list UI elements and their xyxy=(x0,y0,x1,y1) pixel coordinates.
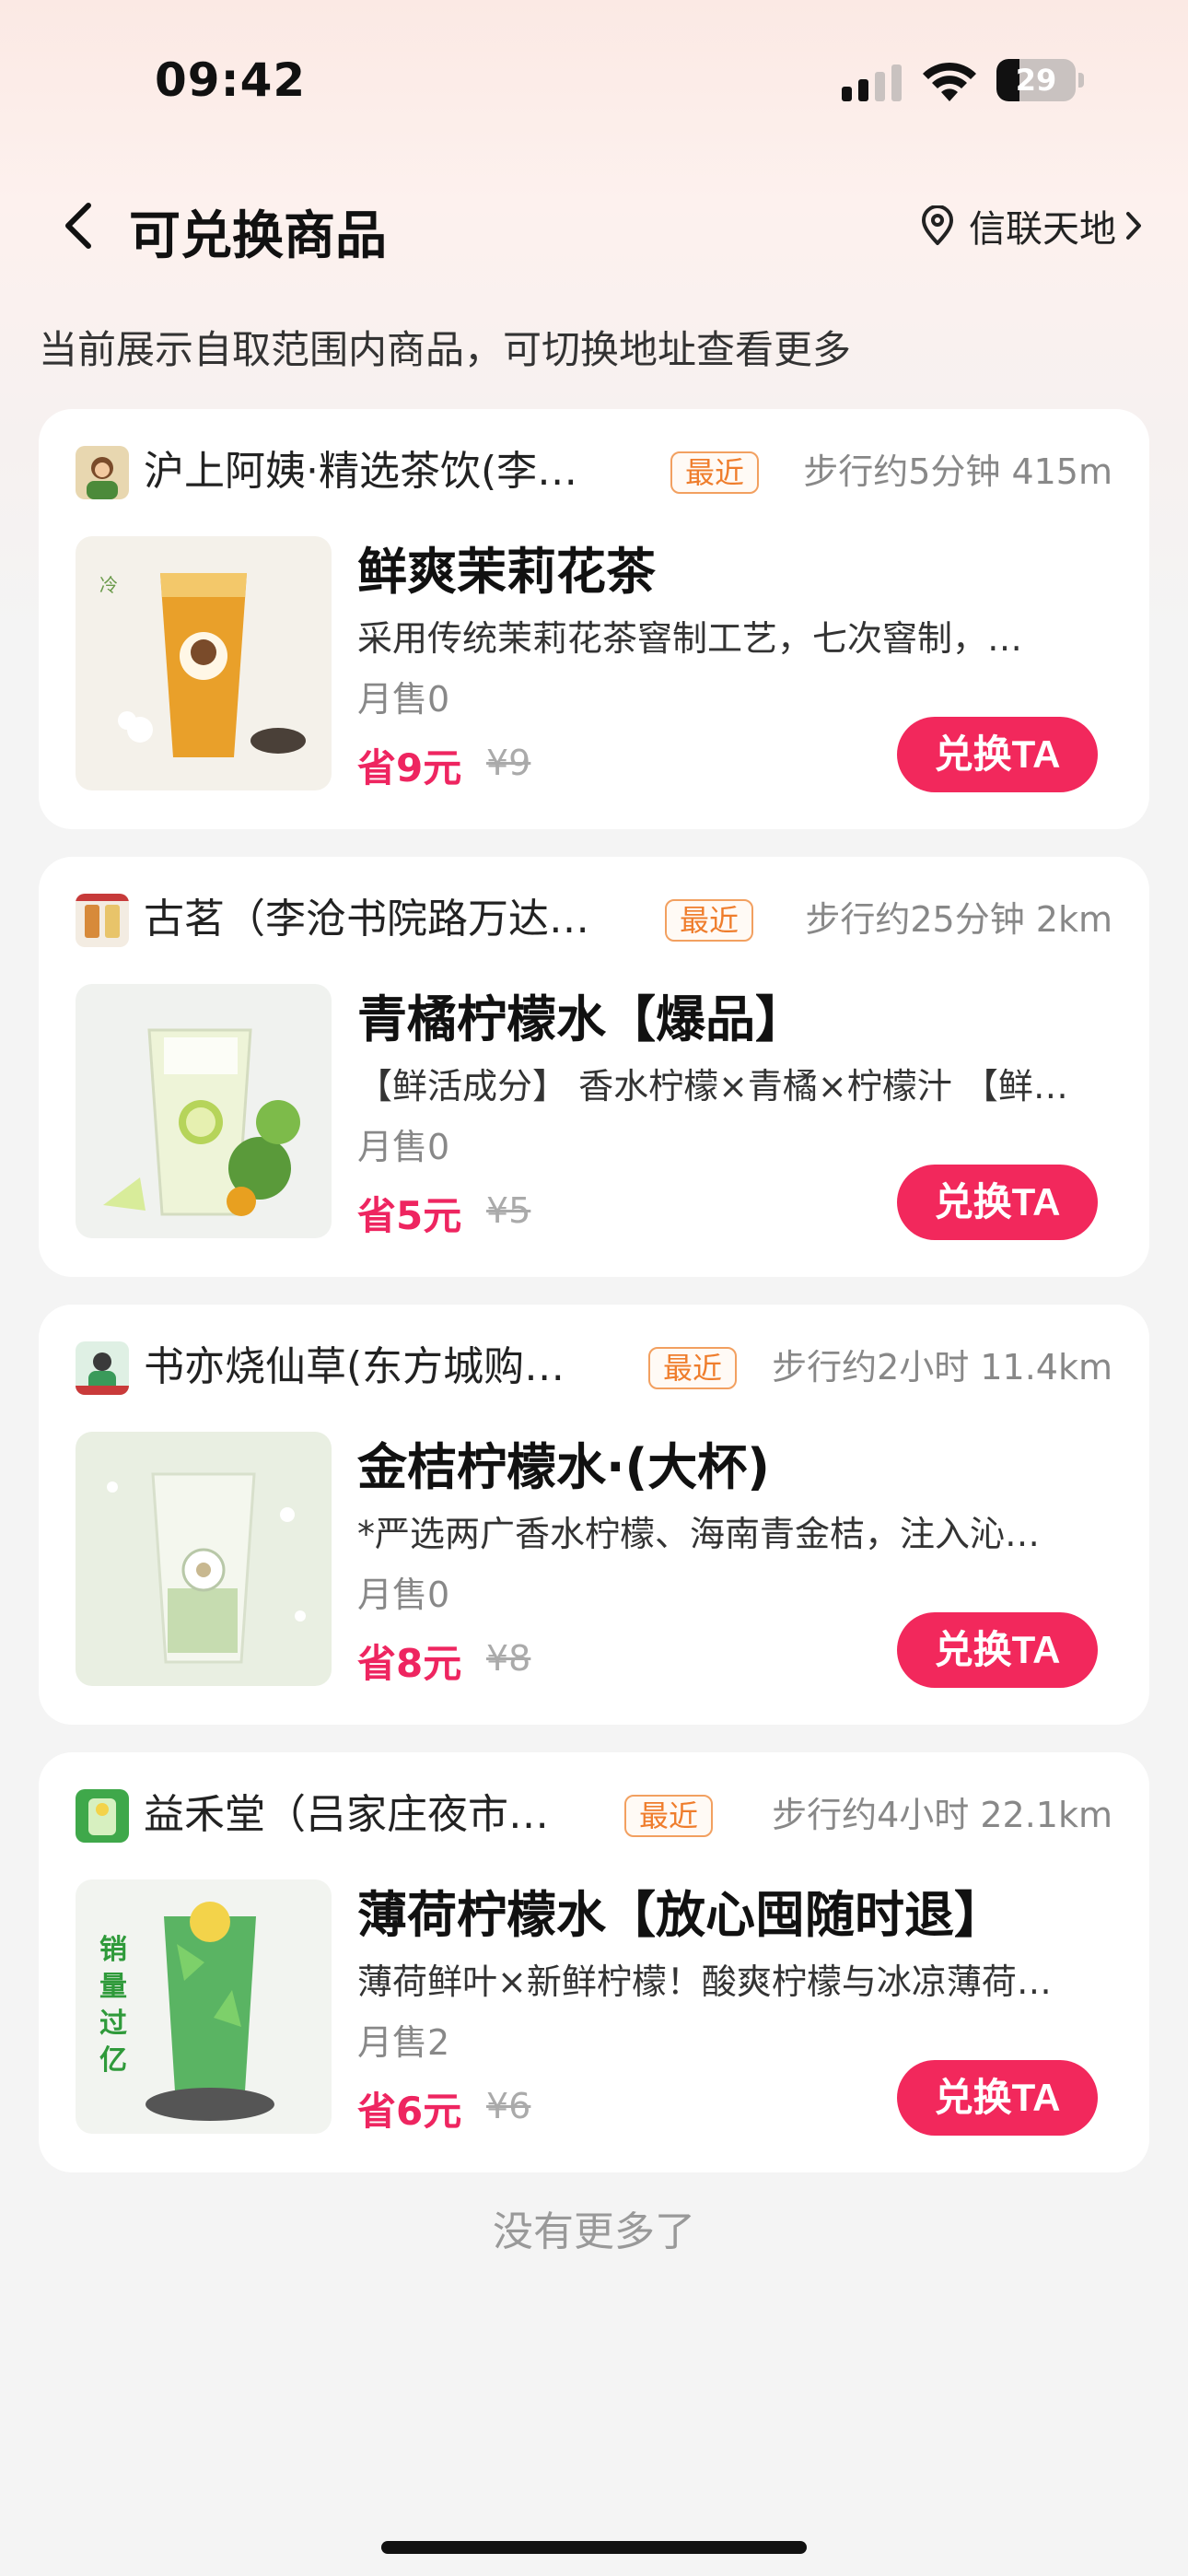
back-icon[interactable] xyxy=(57,200,103,252)
distance-text: 步行约2小时 11.4km xyxy=(772,1347,1112,1388)
product-card[interactable]: 古茗（李沧书院路万达… 最近 步行约25分钟 2km 青橘柠檬水【爆品】 【鲜活… xyxy=(39,857,1149,1277)
location-selector[interactable]: 信联天地 xyxy=(919,202,1144,251)
home-indicator xyxy=(381,2541,807,2554)
store-row: 沪上阿姨·精选茶饮(李… 最近 步行约5分钟 415m xyxy=(76,444,1112,499)
store-name: 书亦烧仙草(东方城购… xyxy=(144,1343,565,1390)
product-name: 鲜爽茉莉花茶 xyxy=(357,543,656,601)
store-name: 古茗（李沧书院路万达… xyxy=(144,896,589,943)
status-time: 09:42 xyxy=(155,53,307,107)
store-row: 书亦烧仙草(东方城购… 最近 步行约2小时 11.4km xyxy=(76,1340,1112,1395)
product-card[interactable]: 益禾堂（吕家庄夜市… 最近 步行约4小时 22.1km 销 量 过 亿 薄荷柠檬… xyxy=(39,1752,1149,2172)
store-row: 益禾堂（吕家庄夜市… 最近 步行约4小时 22.1km xyxy=(76,1787,1112,1843)
no-more-text: 没有更多了 xyxy=(493,2208,695,2255)
range-hint: 当前展示自取范围内商品，可切换地址查看更多 xyxy=(39,327,852,372)
product-desc: *严选两广香水柠檬、海南青金桔，注入沁… xyxy=(357,1514,1041,1554)
chevron-right-icon xyxy=(1126,212,1141,240)
monthly-sales: 月售0 xyxy=(357,1127,450,1167)
battery-level-text: 29 xyxy=(1015,63,1057,98)
svg-text:过: 过 xyxy=(99,2008,127,2040)
svg-text:量: 量 xyxy=(99,1971,127,2003)
page-title: 可兑换商品 xyxy=(129,206,387,266)
wifi-icon xyxy=(923,62,976,101)
monthly-sales: 月售2 xyxy=(357,2022,450,2063)
recent-badge: 最近 xyxy=(648,1347,738,1389)
distance-text: 步行约25分钟 2km xyxy=(805,899,1112,940)
svg-text:亿: 亿 xyxy=(99,2044,127,2077)
nav-bar: 可兑换商品 信联天地 xyxy=(0,180,1188,272)
product-name: 青橘柠檬水【爆品】 xyxy=(357,990,805,1048)
signal-icon xyxy=(842,64,902,101)
exchange-button[interactable]: 兑换TA xyxy=(897,2060,1098,2136)
exchange-button[interactable]: 兑换TA xyxy=(897,1612,1098,1688)
store-name: 益禾堂（吕家庄夜市… xyxy=(144,1791,549,1838)
original-price: ¥5 xyxy=(486,1190,531,1231)
product-card[interactable]: 沪上阿姨·精选茶饮(李… 最近 步行约5分钟 415m 冷 鲜爽茉莉花茶 采用传… xyxy=(39,409,1149,829)
battery-icon: 29 xyxy=(996,59,1085,101)
store-logo xyxy=(76,894,129,947)
status-bar: 09:42 29 xyxy=(0,0,1188,157)
location-pin-icon xyxy=(922,205,953,245)
original-price: ¥9 xyxy=(486,743,531,783)
product-image: 冷 xyxy=(76,536,332,790)
distance-text: 步行约5分钟 415m xyxy=(803,451,1112,492)
product-list: 沪上阿姨·精选茶饮(李… 最近 步行约5分钟 415m 冷 鲜爽茉莉花茶 采用传… xyxy=(39,409,1149,2200)
exchange-button[interactable]: 兑换TA xyxy=(897,1165,1098,1240)
store-row: 古茗（李沧书院路万达… 最近 步行约25分钟 2km xyxy=(76,892,1112,947)
product-card[interactable]: 书亦烧仙草(东方城购… 最近 步行约2小时 11.4km 金桔柠檬水·(大杯) … xyxy=(39,1305,1149,1725)
product-desc: 【鲜活成分】 香水柠檬×青橘×柠檬汁 【鲜… xyxy=(357,1066,1068,1107)
product-name: 薄荷柠檬水【放心囤随时退】 xyxy=(357,1886,1004,1944)
exchange-button[interactable]: 兑换TA xyxy=(897,717,1098,792)
monthly-sales: 月售0 xyxy=(357,1575,450,1615)
original-price: ¥6 xyxy=(486,2086,531,2126)
location-label: 信联天地 xyxy=(969,208,1116,251)
product-name: 金桔柠檬水·(大杯) xyxy=(357,1438,770,1496)
product-image xyxy=(76,1432,332,1686)
svg-text:销: 销 xyxy=(99,1934,127,1966)
recent-badge: 最近 xyxy=(670,451,760,494)
distance-text: 步行约4小时 22.1km xyxy=(772,1795,1112,1835)
savings-amount: 省5元 xyxy=(357,1193,462,1238)
store-logo xyxy=(76,446,129,499)
recent-badge: 最近 xyxy=(624,1795,714,1837)
savings-amount: 省6元 xyxy=(357,2089,462,2134)
store-logo xyxy=(76,1341,129,1395)
store-name: 沪上阿姨·精选茶饮(李… xyxy=(144,448,578,495)
product-desc: 采用传统茉莉花茶窨制工艺，七次窨制，… xyxy=(357,618,1023,659)
product-image: 销 量 过 亿 xyxy=(76,1879,332,2134)
product-image xyxy=(76,984,332,1238)
monthly-sales: 月售0 xyxy=(357,679,450,720)
svg-text:冷: 冷 xyxy=(99,574,118,596)
original-price: ¥8 xyxy=(486,1638,531,1679)
savings-amount: 省8元 xyxy=(357,1641,462,1686)
product-desc: 薄荷鲜叶×新鲜柠檬！酸爽柠檬与冰凉薄荷… xyxy=(357,1961,1052,2002)
savings-amount: 省9元 xyxy=(357,745,462,790)
store-logo xyxy=(76,1789,129,1843)
recent-badge: 最近 xyxy=(665,899,754,942)
